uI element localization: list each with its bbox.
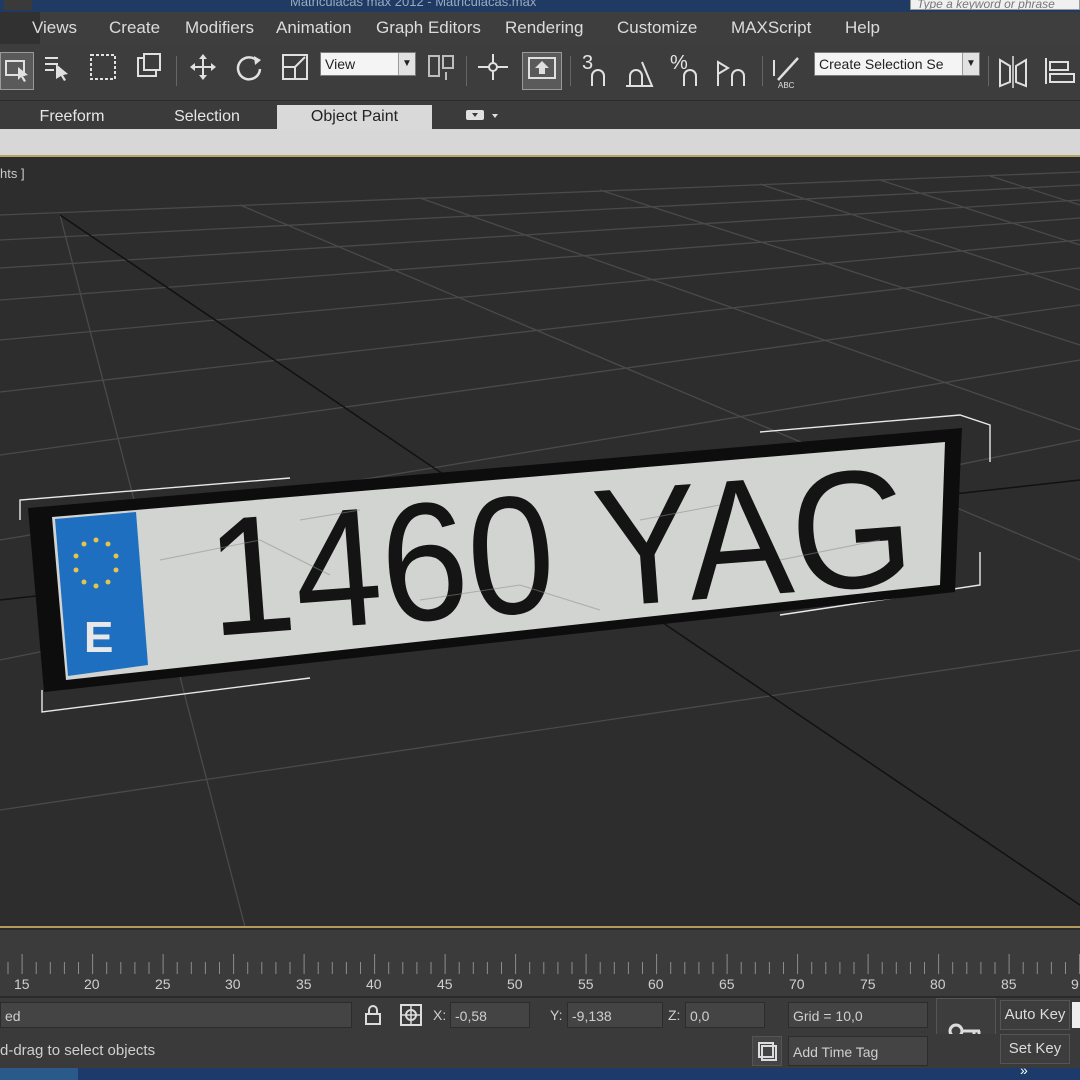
lock-icon[interactable] bbox=[362, 1004, 384, 1026]
prompt-line: d-drag to select objects bbox=[0, 1042, 156, 1059]
keyframe-filter-field[interactable] bbox=[1072, 1002, 1080, 1028]
menu-animation[interactable]: Animation bbox=[276, 18, 352, 38]
tab-freeform[interactable]: Freeform bbox=[22, 105, 122, 129]
y-coordinate-field[interactable]: -9,138 bbox=[567, 1002, 663, 1028]
spinner-snap-icon[interactable] bbox=[714, 52, 748, 90]
selection-info: ed bbox=[0, 1002, 352, 1028]
ribbon-options-icon[interactable] bbox=[462, 105, 502, 129]
set-key-button[interactable]: Set Key bbox=[1000, 1034, 1070, 1064]
os-taskbar: » bbox=[0, 1062, 1080, 1080]
viewport-border bbox=[0, 926, 1080, 928]
plate-country-code: E bbox=[84, 613, 113, 662]
rotate-icon[interactable] bbox=[232, 52, 266, 90]
menu-customize[interactable]: Customize bbox=[617, 18, 697, 38]
viewport-scene: E 1460 YAG bbox=[0, 171, 1080, 927]
chevron-right-icon[interactable]: » bbox=[1020, 1062, 1028, 1078]
ribbon-panel-collapsed[interactable] bbox=[0, 129, 1080, 157]
time-tag-icon[interactable] bbox=[752, 1036, 782, 1066]
timeline-tick-label: 45 bbox=[437, 976, 453, 992]
main-toolbar: View ▼ 3 % ABC Create Selection Se ▼ bbox=[0, 44, 1080, 101]
svg-text:ABC: ABC bbox=[778, 81, 795, 90]
chevron-down-icon: ▼ bbox=[962, 53, 979, 75]
align-icon[interactable] bbox=[1042, 52, 1076, 90]
menu-help[interactable]: Help bbox=[845, 18, 880, 38]
select-manipulate-icon[interactable] bbox=[476, 52, 510, 90]
timeline-tick-label: 25 bbox=[155, 976, 171, 992]
toolbar-separator bbox=[570, 56, 571, 86]
z-label: Z: bbox=[668, 1007, 681, 1023]
toolbar-separator bbox=[176, 56, 177, 86]
grid-size-display: Grid = 10,0 bbox=[788, 1002, 928, 1028]
pivot-center-icon[interactable] bbox=[424, 52, 458, 90]
x-coordinate-field[interactable]: -0,58 bbox=[450, 1002, 530, 1028]
named-selection-set-dropdown[interactable]: Create Selection Se ▼ bbox=[814, 52, 980, 76]
select-by-name-icon[interactable] bbox=[40, 52, 74, 90]
toolbar-separator bbox=[466, 56, 467, 86]
chevron-down-icon: ▼ bbox=[398, 53, 415, 75]
reference-coordinate-value: View bbox=[325, 56, 356, 72]
tab-selection[interactable]: Selection bbox=[157, 105, 257, 129]
absolute-mode-transform-icon[interactable] bbox=[398, 1002, 424, 1028]
menu-maxscript[interactable]: MAXScript bbox=[731, 18, 811, 38]
named-selection-set-value: Create Selection Se bbox=[819, 56, 944, 72]
reference-coordinate-dropdown[interactable]: View ▼ bbox=[320, 52, 416, 76]
angle-snap-icon[interactable] bbox=[622, 52, 656, 90]
snaps-toggle-icon[interactable]: 3 bbox=[578, 52, 612, 90]
track-bar-ticks bbox=[0, 930, 1080, 974]
timeline-tick-label: 15 bbox=[14, 976, 30, 992]
window-title: Matriculacas max 2012 - Matriculacas.max bbox=[290, 0, 537, 9]
app-icon[interactable] bbox=[4, 0, 32, 10]
keyboard-shortcut-override-icon[interactable] bbox=[522, 52, 562, 90]
scale-icon[interactable] bbox=[278, 52, 312, 90]
start-button[interactable] bbox=[0, 1068, 78, 1080]
x-label: X: bbox=[433, 1007, 447, 1023]
move-icon[interactable] bbox=[186, 52, 220, 90]
percent-snap-icon[interactable]: % bbox=[668, 52, 702, 90]
timeline-tick-label: 70 bbox=[789, 976, 805, 992]
mirror-icon[interactable] bbox=[996, 52, 1030, 90]
help-search-input[interactable]: Type a keyword or phrase bbox=[910, 0, 1080, 10]
select-object-icon[interactable] bbox=[0, 52, 34, 90]
menu-create[interactable]: Create bbox=[109, 18, 160, 38]
timeline-tick-label: 30 bbox=[225, 976, 241, 992]
z-coordinate-field[interactable]: 0,0 bbox=[685, 1002, 765, 1028]
ribbon-tabs: Freeform Selection Object Paint bbox=[0, 101, 1080, 129]
toolbar-separator bbox=[988, 56, 989, 86]
viewport-label[interactable]: hts ] bbox=[0, 166, 25, 181]
menu-graph-editors[interactable]: Graph Editors bbox=[376, 18, 481, 38]
menu-bar: Views Create Modifiers Animation Graph E… bbox=[0, 12, 1080, 44]
timeline-tick-label: 85 bbox=[1001, 976, 1017, 992]
menu-views[interactable]: Views bbox=[32, 18, 77, 38]
add-time-tag-field[interactable]: Add Time Tag bbox=[788, 1036, 928, 1066]
auto-key-button[interactable]: Auto Key bbox=[1000, 1000, 1070, 1030]
toolbar-separator bbox=[762, 56, 763, 86]
timeline-tick-label: 9 bbox=[1071, 976, 1079, 992]
plate-number: 1460 YAG bbox=[201, 432, 920, 672]
timeline-tick-label: 75 bbox=[860, 976, 876, 992]
tab-object-paint[interactable]: Object Paint bbox=[277, 105, 432, 129]
timeline-tick-label: 80 bbox=[930, 976, 946, 992]
y-label: Y: bbox=[550, 1007, 563, 1023]
menu-modifiers[interactable]: Modifiers bbox=[185, 18, 254, 38]
title-bar: Matriculacas max 2012 - Matriculacas.max… bbox=[0, 0, 1080, 12]
status-bar: ed X: -0,58 Y: -9,138 Z: 0,0 Grid = 10,0… bbox=[0, 998, 1080, 1064]
license-plate-model[interactable]: E 1460 YAG bbox=[28, 428, 962, 692]
timeline-tick-label: 60 bbox=[648, 976, 664, 992]
edit-named-selection-icon[interactable]: ABC bbox=[770, 52, 804, 90]
timeline-tick-label: 50 bbox=[507, 976, 523, 992]
track-bar[interactable]: 15 20 25 30 35 40 45 50 55 60 65 70 75 8… bbox=[0, 930, 1080, 996]
timeline-tick-label: 55 bbox=[578, 976, 594, 992]
window-crossing-icon[interactable] bbox=[132, 52, 166, 90]
timeline-tick-label: 20 bbox=[84, 976, 100, 992]
timeline-tick-label: 35 bbox=[296, 976, 312, 992]
timeline-tick-label: 65 bbox=[719, 976, 735, 992]
prompt-bar: d-drag to select objects Add Time Tag Se… bbox=[0, 1034, 1080, 1070]
timeline-tick-label: 40 bbox=[366, 976, 382, 992]
perspective-viewport[interactable]: E 1460 YAG hts ] bbox=[0, 157, 1080, 927]
rectangular-selection-icon[interactable] bbox=[86, 52, 120, 90]
menu-rendering[interactable]: Rendering bbox=[505, 18, 583, 38]
